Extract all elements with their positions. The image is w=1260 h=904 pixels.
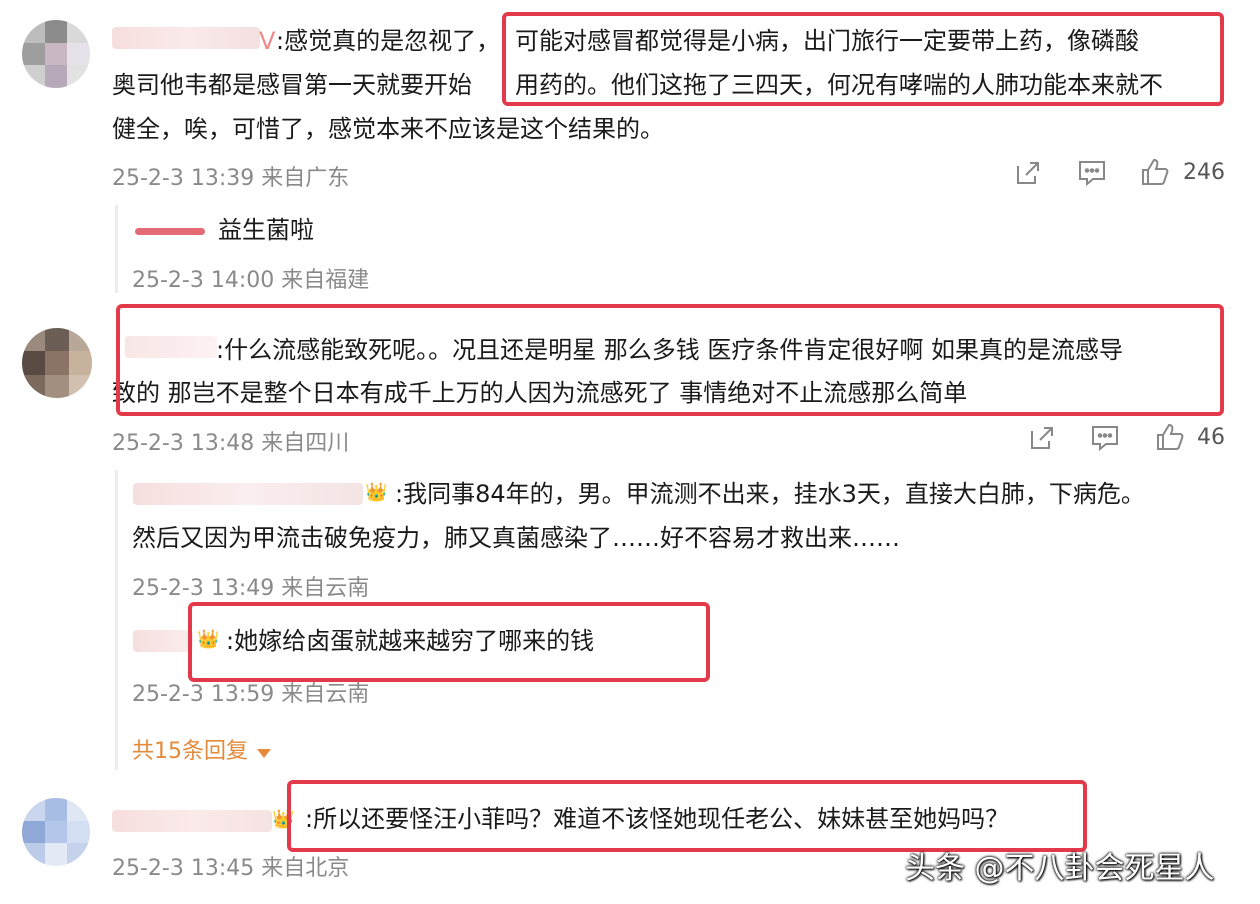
username-suffix[interactable]: V <box>259 19 275 63</box>
comment-meta: 25-2-3 13:48 来自四川 <box>112 431 350 456</box>
avatar[interactable] <box>22 798 90 866</box>
avatar[interactable] <box>22 20 90 88</box>
comment-meta: 25-2-3 13:45 来自北京 <box>112 856 350 881</box>
highlight-box <box>188 602 710 682</box>
comment-meta: 25-2-3 13:39 来自广东 <box>112 166 350 191</box>
more-replies-link[interactable]: 共15条回复 <box>132 733 272 765</box>
reply-text-line: :我同事84年的，男。甲流测不出来，挂水3天，直接大白肺，下病危。 <box>395 480 1145 508</box>
highlight-box <box>116 304 1224 416</box>
username-blurred[interactable] <box>133 483 363 505</box>
highlight-box <box>502 12 1224 106</box>
reply-meta: 25-2-3 13:59 来自云南 <box>132 682 370 707</box>
username-blurred[interactable] <box>135 228 205 235</box>
comment-icon[interactable] <box>1090 423 1120 453</box>
share-icon[interactable] <box>1013 158 1043 188</box>
comment-text-line: 奥司他韦都是感冒第一天就要开始 <box>112 71 472 99</box>
username-blurred[interactable] <box>133 630 193 652</box>
reply-thread-line <box>115 470 118 770</box>
reply-meta: 25-2-3 14:00 来自福建 <box>132 268 370 293</box>
reply-text-line: 然后又因为甲流击破免疫力，肺又真菌感染了……好不容易才救出来…… <box>132 524 900 552</box>
like-icon[interactable] <box>1155 422 1185 452</box>
like-count: 46 <box>1197 425 1225 450</box>
crown-badge-icon: 👑 <box>365 482 388 503</box>
comment-text-line: 健全，唉，可惜了，感觉本来不应该是这个结果的。 <box>112 115 664 143</box>
username-blurred[interactable] <box>112 810 272 832</box>
like-count: 246 <box>1183 160 1225 185</box>
avatar[interactable] <box>22 328 92 398</box>
username-blurred[interactable] <box>112 27 260 49</box>
like-icon[interactable] <box>1140 157 1170 187</box>
caret-down-icon <box>257 749 272 758</box>
comment-text-line: :感觉真的是忽视了， <box>276 27 501 55</box>
share-icon[interactable] <box>1027 423 1057 453</box>
highlight-box <box>287 780 1087 852</box>
reply-thread-line <box>115 205 118 293</box>
watermark: 头条 @不八卦会死星人 <box>905 851 1215 886</box>
reply-text: 益生菌啦 <box>218 216 314 244</box>
more-replies-label: 共15条回复 <box>132 739 248 764</box>
comment-icon[interactable] <box>1077 158 1107 188</box>
reply-meta: 25-2-3 13:49 来自云南 <box>132 576 370 601</box>
